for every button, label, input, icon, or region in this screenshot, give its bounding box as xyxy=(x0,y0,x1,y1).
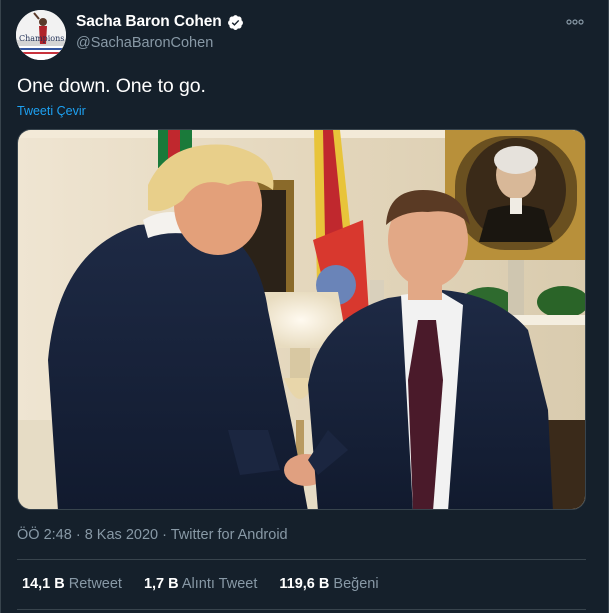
avatar-text: Champions xyxy=(19,34,64,43)
tweet-text: One down. One to go. xyxy=(17,75,206,97)
likes-stat[interactable]: 119,6 B Beğeni xyxy=(279,576,378,592)
display-name[interactable]: Sacha Baron Cohen xyxy=(76,13,222,31)
more-icon xyxy=(566,19,584,25)
retweets-stat[interactable]: 14,1 B Retweet xyxy=(22,576,122,592)
name-row: Sacha Baron Cohen xyxy=(76,13,244,31)
tweet-card: Champions Sacha Baron Cohen @SachaBaronC… xyxy=(0,0,609,613)
likes-label: Beğeni xyxy=(333,576,379,592)
more-options-button[interactable] xyxy=(564,12,586,32)
tweet-source[interactable]: Twitter for Android xyxy=(171,527,288,543)
translate-tweet-link[interactable]: Tweeti Çevir xyxy=(17,104,86,118)
divider xyxy=(17,559,586,560)
tweet-date[interactable]: 8 Kas 2020 xyxy=(85,527,158,543)
likes-count: 119,6 B xyxy=(279,576,330,592)
retweets-count: 14,1 B xyxy=(22,576,65,592)
quotes-stat[interactable]: 1,7 B Alıntı Tweet xyxy=(144,576,257,592)
user-handle[interactable]: @SachaBaronCohen xyxy=(76,35,213,51)
retweets-label: Retweet xyxy=(68,576,122,592)
quotes-label: Alıntı Tweet xyxy=(181,576,258,592)
tweet-stats: 14,1 B Retweet 1,7 B Alıntı Tweet 119,6 … xyxy=(22,576,379,592)
meta-separator: · xyxy=(162,527,167,543)
verified-badge-icon xyxy=(227,14,244,31)
avatar[interactable]: Champions xyxy=(16,10,66,60)
quotes-count: 1,7 B xyxy=(143,576,179,592)
meta-separator: · xyxy=(75,527,81,543)
tweet-photo[interactable] xyxy=(17,129,586,510)
tweet-time[interactable]: ÖÖ 2:48 xyxy=(17,527,72,543)
divider xyxy=(17,609,586,610)
tweet-meta: ÖÖ 2:48 · 8 Kas 2020 · Twitter for Andro… xyxy=(17,527,288,543)
